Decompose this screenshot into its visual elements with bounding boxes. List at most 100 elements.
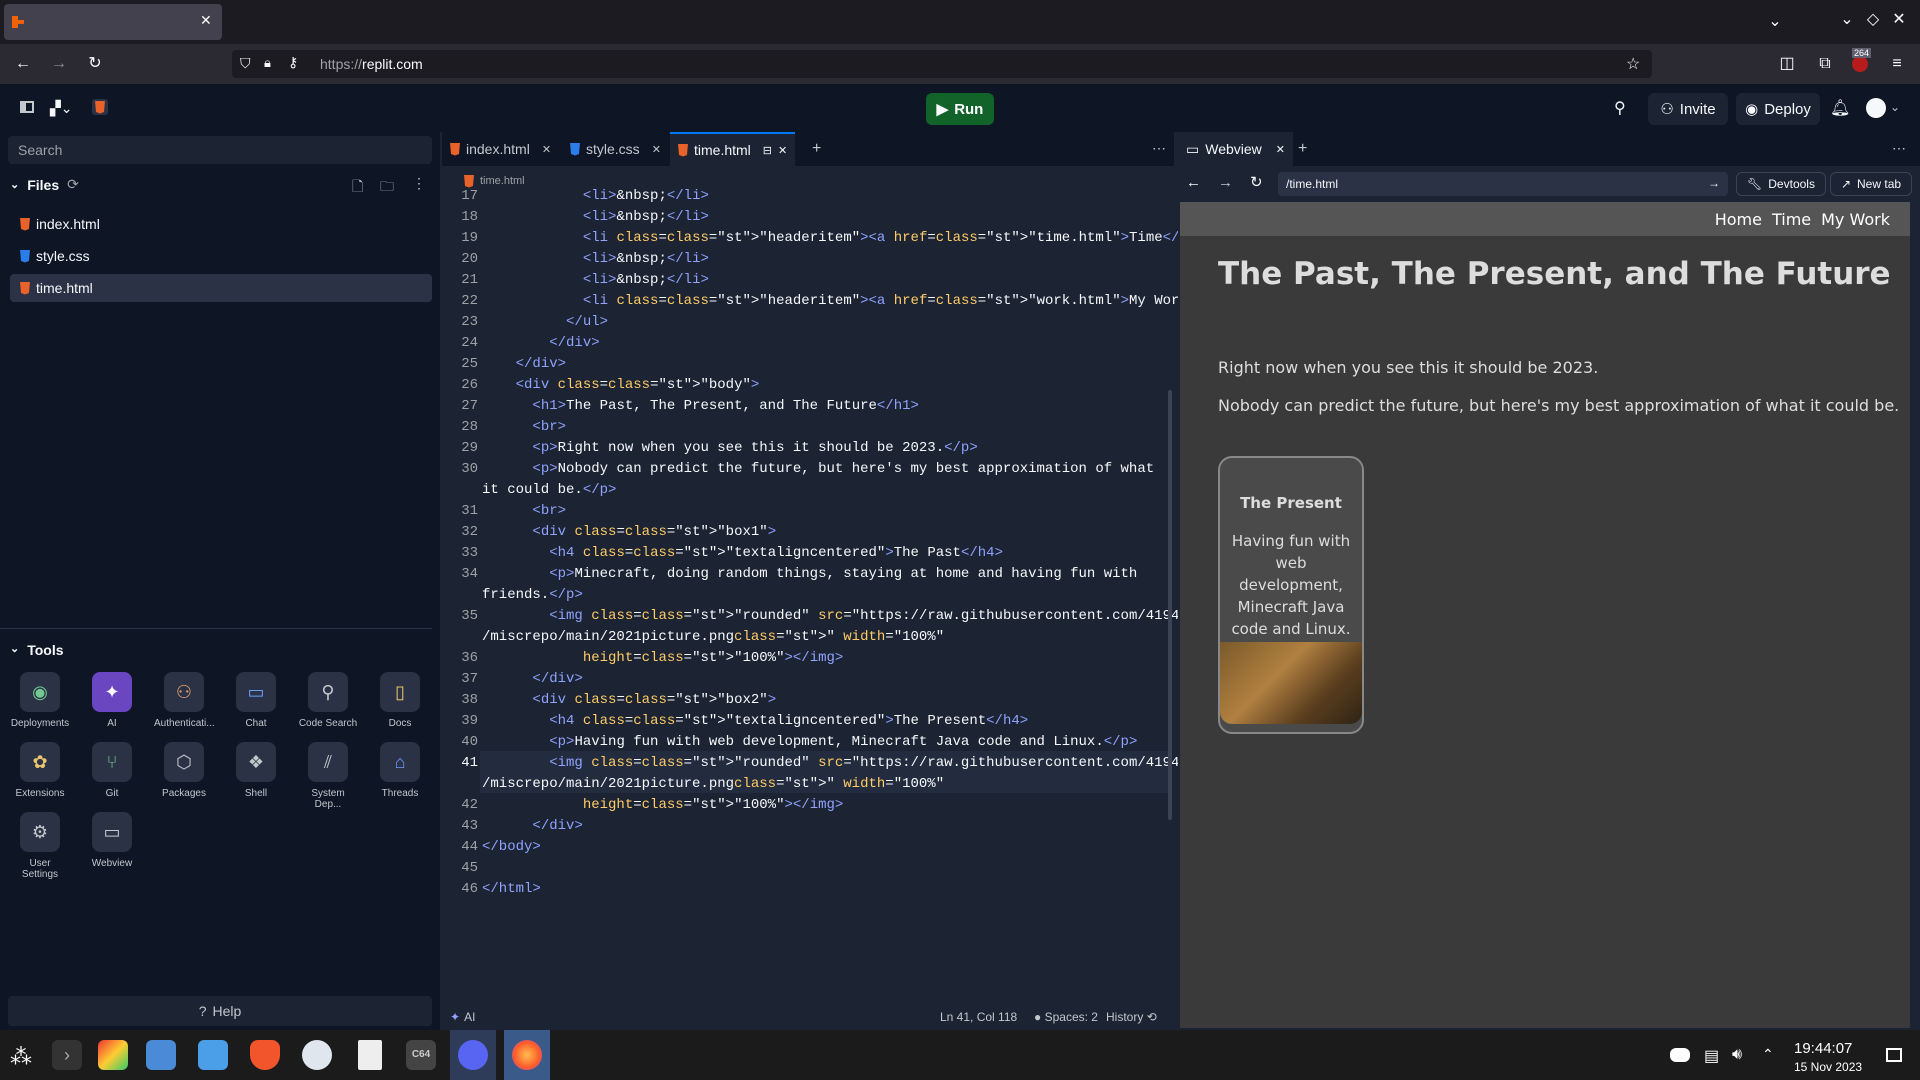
code-line[interactable]: 40 <p>Having fun with web development, M… xyxy=(442,732,1170,753)
code-line[interactable]: 45 xyxy=(442,858,1170,879)
file-item-index-html[interactable]: index.html xyxy=(10,210,432,238)
krita-app-icon[interactable] xyxy=(302,1040,332,1070)
tool-extensions[interactable]: ✿ Extensions xyxy=(10,742,70,799)
tool-system-dependencies[interactable]: ⫽ System Dep... xyxy=(298,742,358,810)
close-tab-icon[interactable]: ✕ xyxy=(200,12,212,29)
repl-html-icon[interactable] xyxy=(92,99,108,115)
nav-home-link[interactable]: Home xyxy=(1715,210,1762,229)
nav-my-work-link[interactable]: My Work xyxy=(1821,210,1890,229)
code-line[interactable]: 18 <li>&nbsp;</li> xyxy=(442,207,1170,228)
new-folder-icon[interactable]: 🗀 xyxy=(380,176,394,200)
code-line[interactable]: 34 <p>Minecraft, doing random things, st… xyxy=(442,564,1170,585)
browser-tab[interactable]: ✕ xyxy=(4,4,222,40)
start-menu-icon[interactable]: ⁂ xyxy=(10,1044,32,1070)
webview-url-input[interactable]: /time.html → xyxy=(1278,172,1728,196)
indent-setting[interactable]: ● Spaces: 2 xyxy=(1034,1010,1098,1024)
monitor-app-icon[interactable] xyxy=(146,1040,176,1070)
webview-back-icon[interactable]: ← xyxy=(1186,174,1201,191)
file-search-input[interactable]: Search xyxy=(8,136,432,164)
tool-ai[interactable]: ✦ AI xyxy=(82,672,142,729)
firefox-app-icon[interactable] xyxy=(512,1040,542,1070)
tool-threads[interactable]: ⌂ Threads xyxy=(370,742,430,799)
volume-tray-icon[interactable]: 🔊︎ xyxy=(1732,1046,1742,1064)
code-line[interactable]: 39 <h4 class=class="st">"textaligncenter… xyxy=(442,711,1170,732)
app-menu-icon[interactable]: ≡ xyxy=(1886,54,1908,74)
tab-style-css[interactable]: style.css ✕ xyxy=(562,132,669,166)
help-button[interactable]: ? Help xyxy=(8,996,432,1026)
close-icon[interactable]: ✕ xyxy=(778,144,787,157)
tool-webview[interactable]: ▭ Webview xyxy=(82,812,142,869)
document-app-icon[interactable] xyxy=(358,1040,382,1070)
header-search-icon[interactable]: ⚲ xyxy=(1614,98,1626,118)
go-arrow-icon[interactable]: → xyxy=(1708,176,1720,190)
code-line[interactable]: 28 <br> xyxy=(442,417,1170,438)
tool-code-search[interactable]: ⚲ Code Search xyxy=(298,672,358,729)
tool-authentication[interactable]: ⚇ Authenticati... xyxy=(154,672,215,729)
forward-icon[interactable]: → xyxy=(48,54,70,74)
tab-list-icon[interactable]: ⌄ xyxy=(1764,12,1786,32)
code-line[interactable]: 33 <h4 class=class="st">"textaligncenter… xyxy=(442,543,1170,564)
code-line[interactable]: 19 <li class=class="st">"headeritem"><a … xyxy=(442,228,1238,249)
close-icon[interactable]: ✕ xyxy=(542,143,551,156)
ublock-icon[interactable] xyxy=(1852,56,1868,72)
file-item-style-css[interactable]: style.css xyxy=(10,242,432,270)
tool-deployments[interactable]: ◉ Deployments xyxy=(10,672,70,729)
code-line[interactable]: 22 <li class=class="st">"headeritem"><a … xyxy=(442,291,1263,312)
back-icon[interactable]: ← xyxy=(12,54,34,74)
tab-time-html[interactable]: time.html ⊟ ✕ xyxy=(670,132,796,166)
file-item-time-html[interactable]: time.html xyxy=(10,274,432,302)
settings-app-icon[interactable] xyxy=(98,1040,128,1070)
split-icon[interactable]: ⊟ xyxy=(763,144,772,157)
code-line[interactable]: /miscrepo/main/2021picture.pngclass="st"… xyxy=(442,627,1170,648)
replit-logo-menu-icon[interactable]: ▞⌄ xyxy=(50,100,73,117)
files-header[interactable]: ⌄ Files ⟳ xyxy=(10,176,79,193)
tab-index-html[interactable]: index.html ✕ xyxy=(442,132,559,166)
code-line[interactable]: 26 <div class=class="st">"body"> xyxy=(442,375,1170,396)
code-line[interactable]: 29 <p>Right now when you see this it sho… xyxy=(442,438,1170,459)
close-icon[interactable]: ✕ xyxy=(1276,143,1285,156)
reload-icon[interactable]: ↻ xyxy=(84,54,106,74)
code-line[interactable]: 44 </body> xyxy=(442,837,1170,858)
history-button[interactable]: History ⟲ xyxy=(1106,1010,1157,1024)
c64-app-icon[interactable]: C64 xyxy=(406,1040,436,1070)
run-button[interactable]: ▶ Run xyxy=(926,93,994,125)
code-line[interactable]: 20 <li>&nbsp;</li> xyxy=(442,249,1170,270)
editor-more-icon[interactable]: ⋯ xyxy=(1152,140,1166,157)
code-line[interactable]: it could be.</p> xyxy=(442,480,1170,501)
clock-time[interactable]: 19:44:07 xyxy=(1794,1040,1852,1057)
code-line[interactable]: 35 <img class=class="st">"rounded" src="… xyxy=(442,606,1204,627)
tray-expand-icon[interactable]: ⌃ xyxy=(1762,1046,1774,1063)
code-line[interactable]: 17 <li>&nbsp;</li> xyxy=(442,186,1170,207)
ai-status[interactable]: ✦ AI xyxy=(450,1010,475,1024)
code-line[interactable]: 41 <img class=class="st">"rounded" src="… xyxy=(442,753,1204,774)
tool-shell[interactable]: ❖ Shell xyxy=(226,742,286,799)
toggle-sidebar-icon[interactable] xyxy=(20,101,34,113)
tool-git[interactable]: ⑂ Git xyxy=(82,742,142,799)
cursor-position[interactable]: Ln 41, Col 118 xyxy=(940,1010,1017,1024)
code-line[interactable]: 38 <div class=class="st">"box2"> xyxy=(442,690,1170,711)
avatar[interactable] xyxy=(1866,98,1886,118)
code-line[interactable]: 32 <div class=class="st">"box1"> xyxy=(442,522,1170,543)
code-line[interactable]: 43 </div> xyxy=(442,816,1170,837)
add-tab-icon[interactable]: + xyxy=(812,140,821,158)
bookmark-star-icon[interactable]: ☆ xyxy=(1626,54,1640,74)
tool-chat[interactable]: ▭ Chat xyxy=(226,672,286,729)
discord-tray-icon[interactable] xyxy=(1670,1048,1690,1062)
url-bar[interactable]: ⛉ 🔒︎ ⚷ https://replit.com ☆ xyxy=(232,50,1652,78)
terminal-app-icon[interactable]: › xyxy=(52,1040,82,1070)
notifications-bell-icon[interactable]: 🔔︎ xyxy=(1830,98,1850,118)
tab-webview[interactable]: ▭ Webview ✕ xyxy=(1178,132,1293,166)
code-line[interactable]: friends.</p> xyxy=(442,585,1170,606)
code-line[interactable]: 30 <p>Nobody can predict the future, but… xyxy=(442,459,1170,480)
file-manager-app-icon[interactable] xyxy=(198,1040,228,1070)
maximize-icon[interactable]: ◇ xyxy=(1862,10,1884,30)
deploy-button[interactable]: ◉ Deploy xyxy=(1736,93,1820,125)
clock-date[interactable]: 15 Nov 2023 xyxy=(1794,1060,1862,1074)
tool-packages[interactable]: ⬡ Packages xyxy=(154,742,214,799)
new-file-icon[interactable]: 🗋 xyxy=(352,176,363,200)
tools-header[interactable]: ⌄ Tools xyxy=(10,642,64,658)
code-line[interactable]: 24 </div> xyxy=(442,333,1170,354)
tool-user-settings[interactable]: ⚙ User Settings xyxy=(10,812,70,880)
close-icon[interactable]: ✕ xyxy=(652,143,661,156)
close-window-icon[interactable]: ✕ xyxy=(1888,10,1910,30)
